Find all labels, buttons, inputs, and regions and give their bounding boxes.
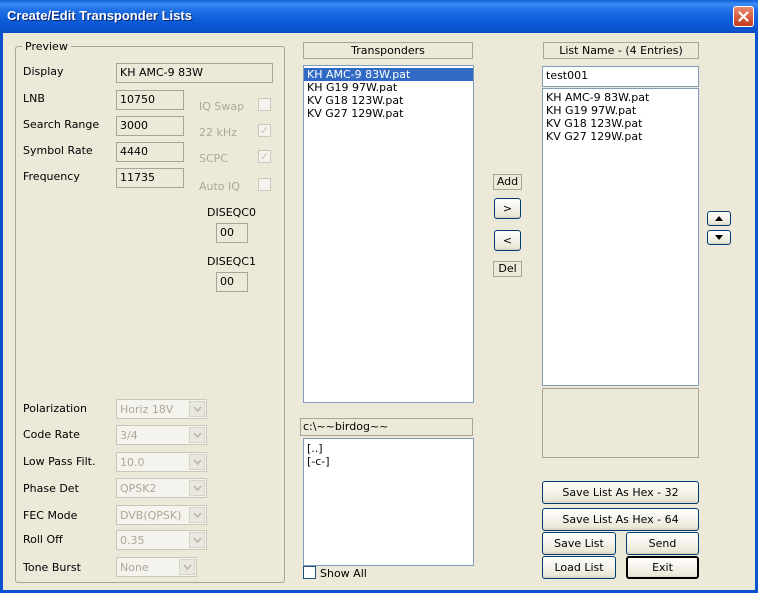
save-list-button[interactable]: Save List [542, 532, 616, 555]
list-entry[interactable]: KV G27 129W.pat [543, 130, 698, 143]
low-pass-value: 10.0 [120, 456, 145, 469]
chevron-down-icon [179, 559, 195, 575]
list-name-header: List Name - (4 Entries) [543, 42, 699, 59]
iq-swap-checkbox [258, 98, 271, 111]
phase-det-value: QPSK2 [120, 482, 157, 495]
list-entry[interactable]: KH AMC-9 83W.pat [543, 91, 698, 104]
roll-off-select: 0.35 [116, 530, 207, 550]
transponders-header: Transponders [303, 42, 473, 59]
transponder-item[interactable]: KV G18 123W.pat [304, 94, 473, 107]
chevron-down-icon [189, 454, 205, 470]
scpc-checkbox: ✓ [258, 150, 271, 163]
tone-burst-select: None [116, 557, 197, 577]
transponder-item[interactable]: KH AMC-9 83W.pat [304, 68, 473, 81]
chevron-down-icon [189, 532, 205, 548]
transponder-item[interactable]: KH G19 97W.pat [304, 81, 473, 94]
window-border-left [0, 33, 3, 593]
arrow-up-icon [715, 216, 723, 221]
move-down-button[interactable] [707, 230, 731, 245]
khz22-label: 22 kHz [199, 126, 237, 139]
roll-off-label: Roll Off [23, 533, 63, 546]
close-icon [738, 11, 749, 22]
window-title: Create/Edit Transponder Lists [7, 8, 192, 23]
polarization-select: Horiz 18V [116, 399, 207, 419]
tone-burst-value: None [120, 561, 149, 574]
fec-mode-value: DVB(QPSK) [120, 509, 182, 522]
khz22-checkbox: ✓ [258, 124, 271, 137]
roll-off-value: 0.35 [120, 534, 145, 547]
transponders-list[interactable]: KH AMC-9 83W.pat KH G19 97W.pat KV G18 1… [303, 65, 474, 403]
title-bar[interactable]: Create/Edit Transponder Lists [0, 0, 758, 33]
tone-burst-label: Tone Burst [23, 561, 81, 574]
load-list-button[interactable]: Load List [542, 556, 616, 579]
chevron-down-icon [189, 401, 205, 417]
lnb-field: 10750 [116, 90, 184, 110]
directory-list[interactable]: [..] [-c-] [303, 438, 474, 566]
save-hex64-button[interactable]: Save List As Hex - 64 [542, 508, 699, 531]
phase-det-label: Phase Det [23, 482, 79, 495]
display-field: KH AMC-9 83W [116, 63, 273, 83]
add-label: Add [493, 174, 522, 190]
diseqc0-label: DISEQC0 [207, 206, 256, 219]
code-rate-value: 3/4 [120, 429, 138, 442]
chevron-down-icon [189, 480, 205, 496]
show-all-label: Show All [320, 567, 367, 580]
chevron-down-icon [189, 507, 205, 523]
preview-legend: Preview [22, 40, 71, 53]
list-entries[interactable]: KH AMC-9 83W.pat KH G19 97W.pat KV G18 1… [542, 88, 699, 386]
show-all-checkbox[interactable] [303, 566, 316, 579]
list-entry[interactable]: KH G19 97W.pat [543, 104, 698, 117]
exit-button[interactable]: Exit [626, 556, 699, 579]
dialog-window: Create/Edit Transponder Lists Preview Di… [0, 0, 758, 593]
iq-swap-label: IQ Swap [199, 100, 245, 113]
code-rate-select: 3/4 [116, 425, 207, 445]
frequency-field: 11735 [116, 168, 184, 188]
list-name-input[interactable]: test001 [542, 66, 699, 87]
list-info-panel [542, 388, 699, 458]
scpc-label: SCPC [199, 152, 228, 165]
add-button[interactable]: > [494, 198, 521, 219]
symbol-rate-label: Symbol Rate [23, 144, 93, 157]
save-hex32-button[interactable]: Save List As Hex - 32 [542, 481, 699, 504]
diseqc1-label: DISEQC1 [207, 255, 256, 268]
del-label: Del [493, 261, 522, 277]
low-pass-select: 10.0 [116, 452, 207, 472]
display-label: Display [23, 65, 64, 78]
check-mark-icon: ✓ [260, 150, 270, 163]
auto-iq-label: Auto IQ [199, 180, 240, 193]
directory-item[interactable]: [-c-] [304, 455, 473, 468]
code-rate-label: Code Rate [23, 428, 80, 441]
directory-item[interactable]: [..] [304, 442, 473, 455]
fec-mode-label: FEC Mode [23, 509, 78, 522]
list-entry[interactable]: KV G18 123W.pat [543, 117, 698, 130]
check-mark-icon: ✓ [260, 124, 270, 137]
frequency-label: Frequency [23, 170, 80, 183]
search-range-label: Search Range [23, 118, 100, 131]
auto-iq-checkbox [258, 178, 271, 191]
phase-det-select: QPSK2 [116, 478, 207, 498]
search-range-field: 3000 [116, 116, 184, 136]
transponder-item[interactable]: KV G27 129W.pat [304, 107, 473, 120]
fec-mode-select: DVB(QPSK) [116, 505, 207, 525]
chevron-down-icon [189, 427, 205, 443]
symbol-rate-field: 4440 [116, 142, 184, 162]
arrow-down-icon [715, 235, 723, 240]
send-button[interactable]: Send [626, 532, 699, 555]
diseqc0-field: 00 [216, 223, 248, 243]
close-button[interactable] [733, 6, 754, 27]
remove-button[interactable]: < [494, 230, 521, 251]
directory-path: c:\~~birdog~~ [300, 418, 473, 436]
move-up-button[interactable] [707, 211, 731, 226]
polarization-label: Polarization [23, 402, 87, 415]
low-pass-label: Low Pass Filt. [23, 455, 96, 468]
diseqc1-field: 00 [216, 272, 248, 292]
polarization-value: Horiz 18V [120, 403, 174, 416]
lnb-label: LNB [23, 92, 45, 105]
